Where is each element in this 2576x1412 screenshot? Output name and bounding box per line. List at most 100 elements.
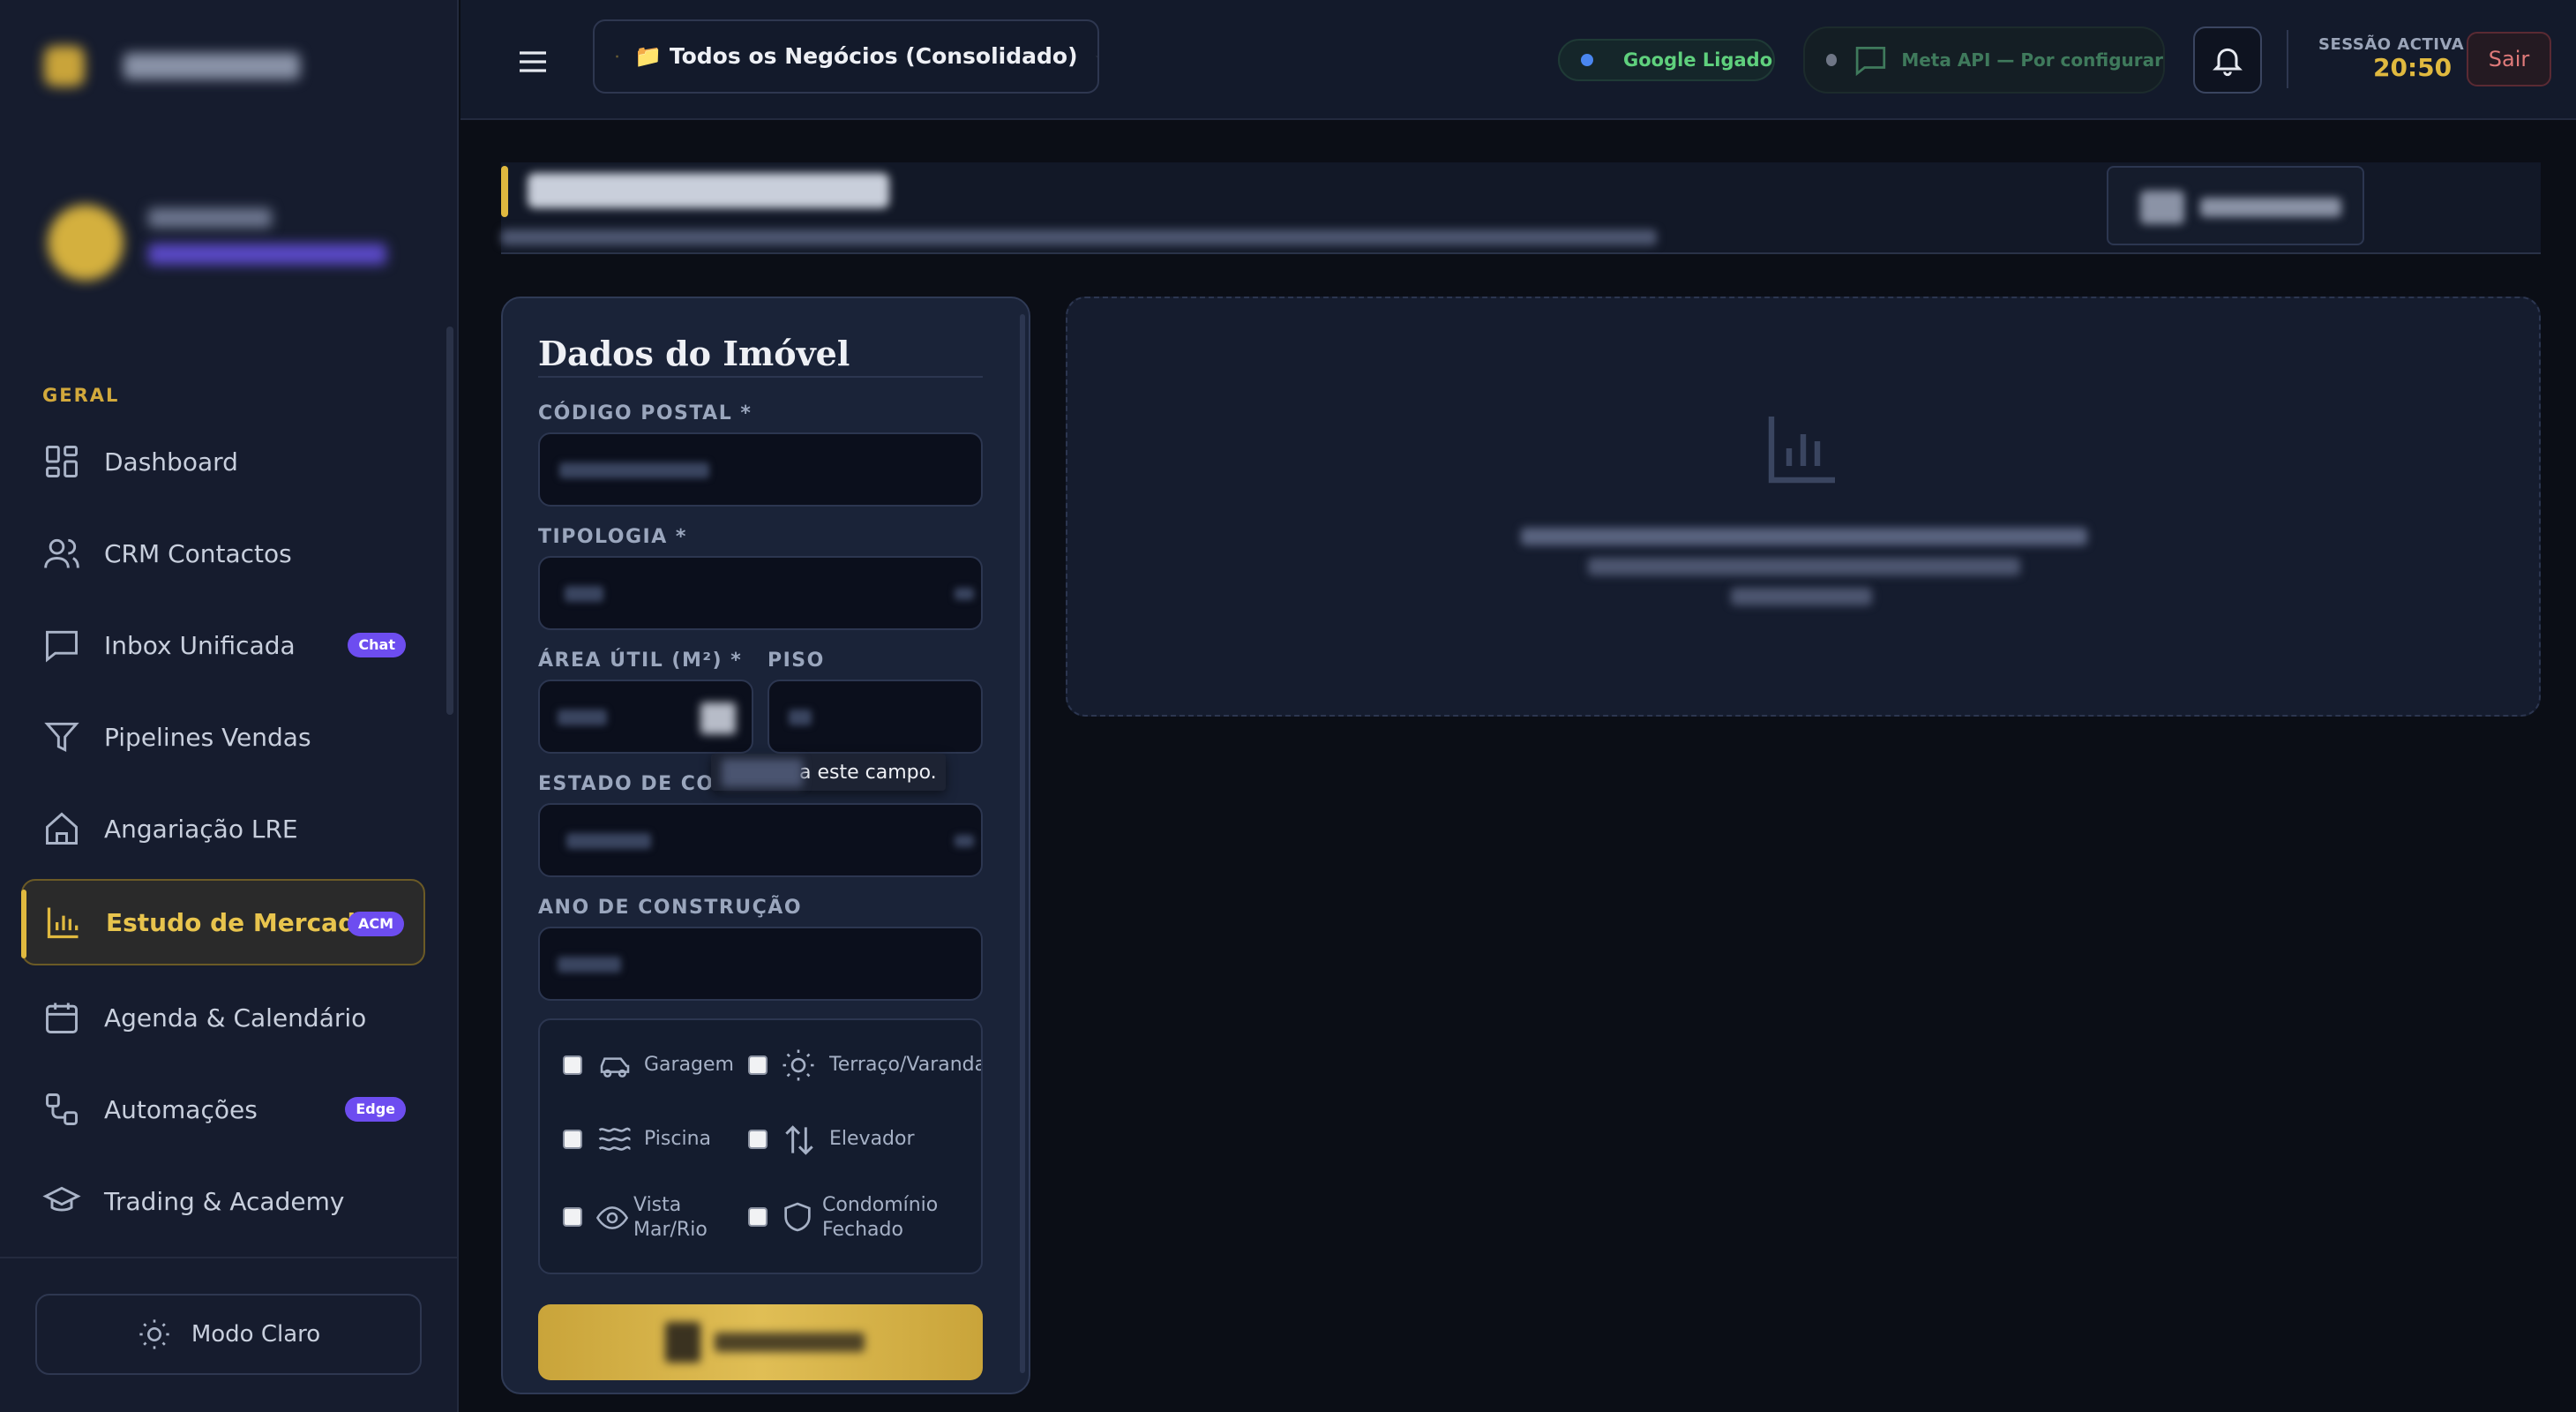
construction-state-chevron xyxy=(955,835,974,847)
sea-view-checkbox[interactable] xyxy=(563,1207,582,1227)
business-selector-label: 📁 Todos os Negócios (Consolidado) xyxy=(634,43,1078,69)
funnel-icon xyxy=(44,722,79,753)
columns-icon xyxy=(616,55,618,58)
chat-bubble-icon xyxy=(1856,47,1886,77)
garage-checkbox[interactable] xyxy=(563,1055,582,1075)
hamburger-menu-icon[interactable] xyxy=(515,44,550,79)
car-icon xyxy=(600,1057,630,1078)
sidebar-item-automacoes[interactable]: Automações Edge xyxy=(21,1066,425,1153)
sidebar: GERAL Dashboard CRM Contactos Inbox Unif… xyxy=(0,0,459,1412)
postal-code-input[interactable] xyxy=(538,432,983,507)
floor-label: PISO xyxy=(768,650,825,672)
area-label: ÁREA ÚTIL (M²) * xyxy=(538,650,743,672)
bar-chart-icon xyxy=(47,907,79,939)
sidebar-item-label: Dashboard xyxy=(104,447,238,477)
waves-icon xyxy=(598,1127,631,1151)
sidebar-item-pipelines-vendas[interactable]: Pipelines Vendas xyxy=(21,694,425,780)
google-status-pill[interactable]: Google Ligado xyxy=(1558,39,1775,81)
placeholder-text-line-3 xyxy=(1731,588,1872,605)
sidebar-item-trading-academy[interactable]: Trading & Academy xyxy=(21,1158,425,1244)
typology-label: TIPOLOGIA * xyxy=(538,526,687,548)
results-placeholder xyxy=(1066,297,2541,717)
session-timer: 20:50 xyxy=(2373,53,2452,82)
sidebar-item-angariacao-lre[interactable]: Angariação LRE xyxy=(21,785,425,872)
construction-year-label: ANO DE CONSTRUÇÃO xyxy=(538,897,803,919)
dashboard-icon xyxy=(46,446,78,477)
elevator-label: Elevador xyxy=(829,1128,915,1150)
gated-condo-checkbox[interactable] xyxy=(748,1207,768,1227)
bell-icon xyxy=(2213,48,2243,77)
terrace-label: Terraço/Varanda xyxy=(829,1054,981,1076)
sidebar-section-label: GERAL xyxy=(42,385,120,406)
typology-value xyxy=(565,586,603,602)
sidebar-divider xyxy=(0,1257,459,1258)
calculate-icon xyxy=(665,1322,700,1363)
page-title-accent xyxy=(501,166,508,217)
tooltip-warning-icon xyxy=(722,759,803,787)
sidebar-item-agenda-calendario[interactable]: Agenda & Calendário xyxy=(21,974,425,1061)
sidebar-scrollbar[interactable] xyxy=(446,327,453,715)
theme-toggle-button[interactable]: Modo Claro xyxy=(35,1294,422,1375)
google-status-label: Google Ligado xyxy=(1623,49,1773,71)
typology-select[interactable] xyxy=(538,556,983,630)
floor-input[interactable] xyxy=(768,680,983,754)
area-value xyxy=(558,710,607,725)
form-title: Dados do Imóvel xyxy=(538,334,850,373)
calculate-button[interactable] xyxy=(538,1304,983,1380)
top-header: 📁 Todos os Negócios (Consolidado) Google… xyxy=(461,0,2576,120)
validation-tooltip: a este campo. xyxy=(711,754,946,791)
page-action-label xyxy=(2200,198,2341,217)
edge-badge: Edge xyxy=(345,1097,406,1122)
acm-badge: ACM xyxy=(347,912,404,936)
sidebar-item-label: Estudo de Mercado xyxy=(106,907,373,937)
garage-label: Garagem xyxy=(644,1054,734,1076)
pool-checkbox[interactable] xyxy=(563,1130,582,1149)
chevron-down-icon xyxy=(1096,56,1097,57)
sun-icon xyxy=(783,1049,814,1081)
business-selector[interactable]: 📁 Todos os Negócios (Consolidado) xyxy=(593,19,1099,94)
meta-status-pill[interactable]: Meta API — Por configurar xyxy=(1803,26,2165,94)
construction-year-input[interactable] xyxy=(538,927,983,1001)
workflow-icon xyxy=(46,1093,78,1125)
graduation-cap-icon xyxy=(42,1186,81,1212)
session-label: SESSÃO ACTIVA xyxy=(2318,35,2465,54)
sidebar-item-label: Angariação LRE xyxy=(104,814,298,844)
page-subtitle xyxy=(501,229,1657,245)
area-input[interactable] xyxy=(538,680,753,754)
arrows-up-down-icon xyxy=(785,1125,813,1155)
pool-label: Piscina xyxy=(644,1128,711,1150)
form-title-divider xyxy=(538,376,983,378)
notifications-button[interactable] xyxy=(2193,26,2262,94)
validation-tooltip-text: a este campo. xyxy=(799,761,937,784)
placeholder-text-line-2 xyxy=(1588,558,2020,575)
sidebar-item-inbox-unificada[interactable]: Inbox Unificada Chat xyxy=(21,602,425,688)
google-status-dot xyxy=(1581,54,1593,66)
area-stepper[interactable] xyxy=(700,702,736,734)
logout-button[interactable]: Sair xyxy=(2467,32,2551,86)
construction-state-select[interactable] xyxy=(538,803,983,877)
placeholder-text-line-1 xyxy=(1521,528,2087,545)
app-logo-text xyxy=(124,53,300,79)
shield-icon xyxy=(784,1202,811,1232)
calculate-label xyxy=(715,1333,865,1352)
app-logo xyxy=(44,46,85,86)
terrace-checkbox[interactable] xyxy=(748,1055,768,1075)
typology-chevron xyxy=(955,588,974,600)
users-icon xyxy=(44,538,79,568)
sidebar-item-label: CRM Contactos xyxy=(104,538,292,568)
sidebar-item-dashboard[interactable]: Dashboard xyxy=(21,418,425,505)
page-action-button[interactable] xyxy=(2107,166,2364,245)
user-name xyxy=(148,208,272,228)
floor-value xyxy=(789,710,812,725)
form-scrollbar[interactable] xyxy=(1020,314,1025,1373)
construction-state-value xyxy=(566,833,651,849)
sidebar-item-crm-contactos[interactable]: CRM Contactos xyxy=(21,510,425,597)
page-title xyxy=(528,173,889,208)
sidebar-item-label: Pipelines Vendas xyxy=(104,722,311,752)
elevator-checkbox[interactable] xyxy=(748,1130,768,1149)
sidebar-item-estudo-de-mercado[interactable]: Estudo de Mercado ACM xyxy=(21,879,425,965)
page-title-bar xyxy=(501,162,2541,254)
meta-status-label: Meta API — Por configurar xyxy=(1901,49,2163,71)
eye-icon xyxy=(595,1206,629,1229)
theme-toggle-label: Modo Claro xyxy=(191,1321,321,1348)
